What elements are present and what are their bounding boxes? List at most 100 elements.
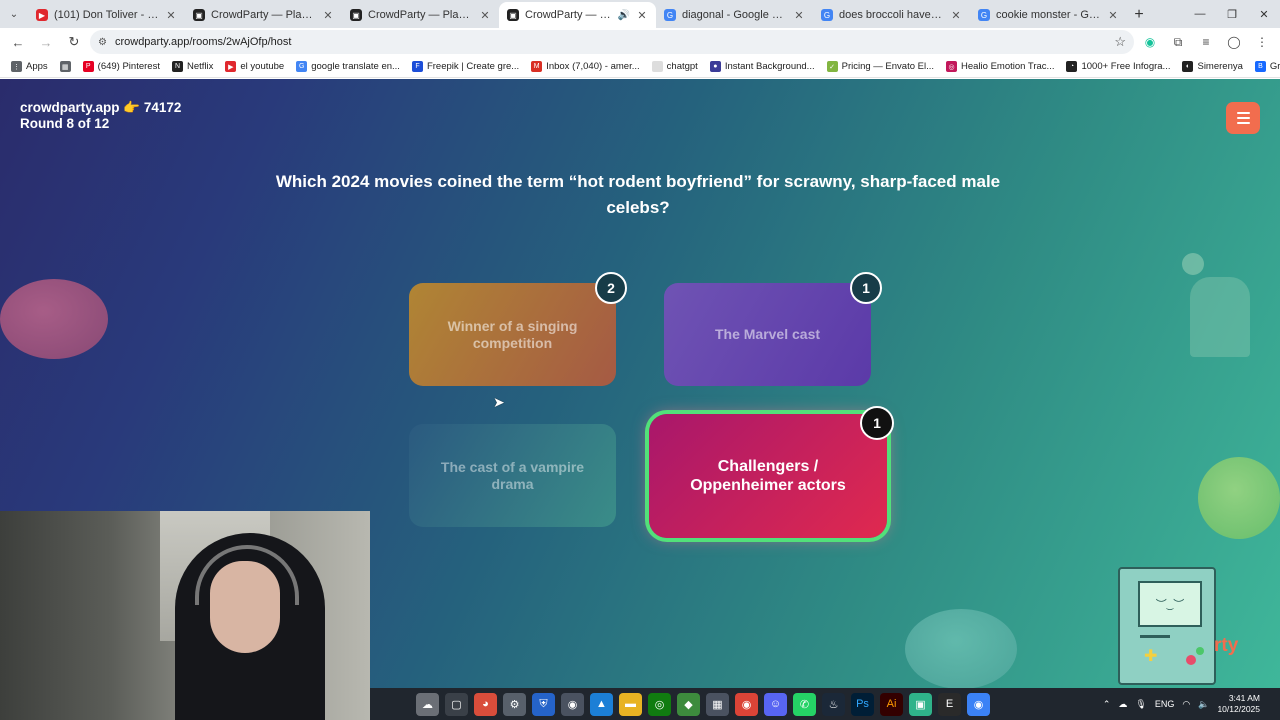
bookmark-translate[interactable]: Ggoogle translate en... <box>291 57 405 77</box>
apps-grid-icon: ⋮ <box>11 61 22 72</box>
speaker-icon[interactable]: 🔊 <box>618 10 630 21</box>
settings-icon[interactable]: ⚙ <box>503 692 526 716</box>
answer-option-2[interactable]: The Marvel cast <box>664 283 871 386</box>
bookmark-netflix[interactable]: N Netflix <box>167 57 218 77</box>
behance-icon: B <box>1254 61 1266 72</box>
camera-icon[interactable]: ◉ <box>561 692 584 716</box>
task-view-icon[interactable]: ▢ <box>445 692 468 716</box>
tab[interactable]: G diagonal - Google Search ✕ <box>656 2 813 28</box>
restore-icon[interactable]: ❐ <box>1216 0 1248 28</box>
youtube-icon: ▶ <box>36 9 48 21</box>
tab-title: does broccoli have protein - Go <box>839 9 944 21</box>
chrome-icon[interactable]: ◉ <box>735 692 758 716</box>
clock-time: 3:41 AM <box>1228 693 1260 703</box>
volume-icon[interactable]: 🔈 <box>1198 699 1209 710</box>
bookmark-pinterest[interactable]: P (649) Pinterest <box>78 57 165 77</box>
bookmark-chatgpt[interactable]: chatgpt <box>647 57 703 77</box>
color-app-icon[interactable]: ◕ <box>474 692 497 716</box>
bookmark-label: Simerenya <box>1197 61 1243 72</box>
tab-search-dropdown-icon[interactable]: ⌄ <box>0 0 28 28</box>
crowdparty-icon: ▣ <box>350 9 362 21</box>
bookmark-healio[interactable]: ◎ Healio Emotion Trac... <box>941 57 1059 77</box>
file-explorer-icon[interactable]: ▬ <box>619 692 642 716</box>
round-indicator: Round 8 of 12 <box>20 116 110 131</box>
clock[interactable]: 3:41 AM 10/12/2025 <box>1217 693 1260 715</box>
bookmark-gmail[interactable]: M Inbox (7,040) - amer... <box>526 57 644 77</box>
photos-icon[interactable]: ▲ <box>590 692 613 716</box>
epic-games-icon[interactable]: E <box>938 692 961 716</box>
profile-avatar[interactable]: ◯ <box>1222 30 1246 54</box>
close-icon[interactable]: ✕ <box>1107 9 1119 22</box>
bookmark-simerenya[interactable]: ◐ Simerenya <box>1177 57 1247 77</box>
pinterest-icon: P <box>82 61 94 72</box>
bookmark-label: Apps <box>26 61 48 72</box>
answer-option-3[interactable]: The cast of a vampire drama <box>409 424 616 527</box>
close-icon[interactable]: ✕ <box>793 9 805 22</box>
tab[interactable]: G cookie monster - Google Search ✕ <box>970 2 1127 28</box>
bookmark-grid[interactable]: ▦ <box>55 57 76 77</box>
defender-icon[interactable]: ⛨ <box>532 692 555 716</box>
close-window-icon[interactable]: ✕ <box>1248 0 1280 28</box>
tab-bar: ⌄ ▶ (101) Don Toliver - No Pole [Offi ✕ … <box>0 0 1280 28</box>
whatsapp-icon[interactable]: ✆ <box>793 692 816 716</box>
chrome-active-icon[interactable]: ◉ <box>967 692 990 716</box>
grammarly-icon[interactable]: ◉ <box>1138 30 1162 54</box>
bookmark-star-icon[interactable]: ☆ <box>1114 34 1126 50</box>
chevron-up-icon[interactable]: ⌃ <box>1103 699 1111 710</box>
photoshop-icon[interactable]: Ps <box>851 692 874 716</box>
close-icon[interactable]: ✕ <box>165 9 177 22</box>
bookmark-apps[interactable]: ⋮ Apps <box>6 57 53 77</box>
bookmark-envato[interactable]: ✓ Pricing — Envato El... <box>822 57 939 77</box>
close-icon[interactable]: ✕ <box>950 9 962 22</box>
forward-icon[interactable]: → <box>34 30 58 54</box>
menu-button[interactable] <box>1226 102 1260 134</box>
bookmark-youtube[interactable]: ▶ el youtube <box>220 57 289 77</box>
back-icon[interactable]: ← <box>6 30 30 54</box>
game-app-icon[interactable]: ▣ <box>909 692 932 716</box>
close-icon[interactable]: ✕ <box>322 9 334 22</box>
kebab-menu-icon[interactable]: ⋮ <box>1250 30 1274 54</box>
system-tray: ⌃ ☁ 🎙 ENG ◠ 🔈 3:41 AM 10/12/2025 <box>1103 688 1280 720</box>
tab[interactable]: ▣ CrowdParty — Play Would You ✕ <box>342 2 499 28</box>
tab[interactable]: ▶ (101) Don Toliver - No Pole [Offi ✕ <box>28 2 185 28</box>
tab-title: cookie monster - Google Search <box>996 9 1101 21</box>
site-info-icon[interactable]: ⚙ <box>98 37 107 48</box>
widgets-icon[interactable]: ☁ <box>416 692 439 716</box>
app-icon[interactable]: ◆ <box>677 692 700 716</box>
tab-active[interactable]: ▣ CrowdParty — 2025 Pop-C 🔊 ✕ <box>499 2 656 28</box>
tab[interactable]: ▣ CrowdParty — Play Would You ✕ <box>185 2 342 28</box>
tab-title: CrowdParty — Play Would You <box>368 9 473 21</box>
new-tab-button[interactable]: + <box>1127 2 1151 28</box>
close-icon[interactable]: ✕ <box>479 9 491 22</box>
store-icon[interactable]: ▦ <box>706 692 729 716</box>
discord-icon[interactable]: ☺ <box>764 692 787 716</box>
answer-option-correct[interactable]: Challengers / Oppenheimer actors <box>649 414 887 538</box>
crowdparty-icon: ▣ <box>193 9 205 21</box>
bookmark-gradient[interactable]: BGradient Presentati... <box>1250 57 1280 77</box>
vote-count-badge: 1 <box>860 406 894 440</box>
tab-title: CrowdParty — Play Would You <box>211 9 316 21</box>
reload-icon[interactable]: ↻ <box>62 30 86 54</box>
bookmark-freepik[interactable]: F Freepik | Create gre... <box>407 57 524 77</box>
url-field[interactable]: ⚙ crowdparty.app/rooms/2wAjOfp/host ☆ <box>90 30 1134 54</box>
close-icon[interactable]: ✕ <box>636 9 648 22</box>
microphone-icon[interactable]: 🎙 <box>1135 699 1146 710</box>
illustrator-icon[interactable]: Ai <box>880 692 903 716</box>
healio-icon: ◎ <box>946 61 958 72</box>
language-indicator[interactable]: ENG <box>1155 699 1175 709</box>
room-info: crowdparty.app 👉 74172 Round 8 of 12 <box>20 100 181 132</box>
minimize-icon[interactable]: — <box>1184 0 1216 28</box>
bmo-mascot: ︶‿︶ ✚ <box>1110 567 1216 687</box>
steam-icon[interactable]: ♨ <box>822 692 845 716</box>
network-icon[interactable]: ☁ <box>1118 699 1127 710</box>
bookmark-infographic[interactable]: ◔ 1000+ Free Infogra... <box>1061 57 1175 77</box>
xbox-icon[interactable]: ◎ <box>648 692 671 716</box>
tab[interactable]: G does broccoli have protein - Go ✕ <box>813 2 970 28</box>
extensions-icon[interactable]: ⧉ <box>1166 30 1190 54</box>
url-text[interactable]: crowdparty.app/rooms/2wAjOfp/host <box>115 36 1106 48</box>
reading-list-icon[interactable]: ≡ <box>1194 30 1218 54</box>
answer-option-1[interactable]: Winner of a singing competition <box>409 283 616 386</box>
wifi-icon[interactable]: ◠ <box>1182 699 1190 710</box>
envato-icon: ✓ <box>826 61 838 72</box>
bookmark-instant[interactable]: ● Instant Background... <box>705 57 820 77</box>
